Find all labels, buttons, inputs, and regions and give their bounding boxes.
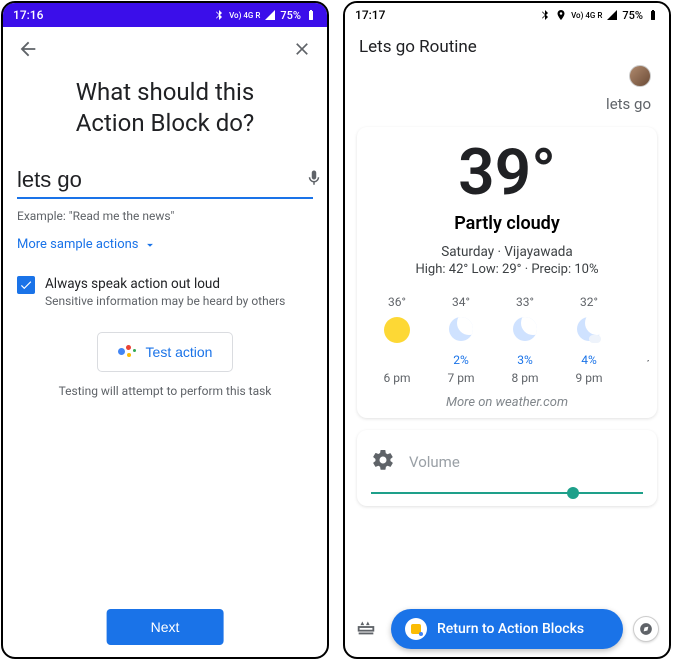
gear-icon <box>371 448 395 476</box>
hourly-time: 10 <box>621 357 649 371</box>
moon-cloud-icon <box>577 317 601 341</box>
tray-icon[interactable] <box>355 616 381 642</box>
hourly-item: 36° 6 pm <box>365 295 429 385</box>
assistant-scroll[interactable]: 39° Partly cloudy Saturday · Vijayawada … <box>345 121 669 518</box>
hourly-item: 10 <box>621 295 649 385</box>
hourly-temp: 32° <box>557 295 621 309</box>
hourly-precip <box>365 353 429 367</box>
check-icon <box>19 278 33 292</box>
close-button[interactable] <box>289 36 315 62</box>
hourly-temp: 36° <box>365 295 429 309</box>
test-action-button[interactable]: Test action <box>97 332 234 372</box>
status-battery-pct: 75% <box>622 9 643 22</box>
title-line2: Action Block do? <box>76 109 255 137</box>
assistant-icon <box>118 343 136 361</box>
high-low: High: 42° Low: 29° · Precip: 10% <box>365 262 649 277</box>
bluetooth-icon <box>213 9 225 21</box>
status-time: 17:17 <box>355 8 385 22</box>
sample-link-text: More sample actions <box>17 237 139 252</box>
explore-button[interactable] <box>633 616 659 642</box>
example-text: Example: "Read me the news" <box>17 209 313 223</box>
test-action-sub: Testing will attempt to perform this tas… <box>3 384 327 398</box>
action-blocks-icon <box>405 618 427 640</box>
temperature: 39° <box>365 141 649 205</box>
return-label: Return to Action Blocks <box>437 621 584 637</box>
routine-title: Lets go Routine <box>345 27 669 61</box>
hourly-item: 34° 2% 7 pm <box>429 295 493 385</box>
back-button[interactable] <box>15 36 41 62</box>
phone-left: 17:16 Vo) 4G R 75% What should this Acti… <box>1 1 329 659</box>
hourly-time: 8 pm <box>493 371 557 385</box>
condition: Partly cloudy <box>365 213 649 234</box>
location-icon <box>555 9 567 21</box>
hourly-precip <box>621 339 649 353</box>
checkbox-label: Always speak action out loud <box>45 276 285 292</box>
speak-aloud-checkbox[interactable] <box>17 276 35 294</box>
hourly-precip: 3% <box>493 353 557 367</box>
title-line1: What should this <box>76 78 255 106</box>
moon-icon <box>449 317 473 341</box>
speak-aloud-row: Always speak action out loud Sensitive i… <box>17 276 313 308</box>
status-right: Vo) 4G R 75% <box>213 9 317 22</box>
status-net: Vo) 4G R <box>229 11 260 20</box>
volume-slider[interactable] <box>371 492 643 494</box>
bottom-row: Return to Action Blocks <box>345 609 669 649</box>
signal-icon <box>606 9 618 21</box>
compass-icon <box>639 622 653 636</box>
moon-icon <box>513 317 537 341</box>
hourly-time: 9 pm <box>557 371 621 385</box>
hourly-time: 7 pm <box>429 371 493 385</box>
arrow-left-icon <box>17 38 39 60</box>
more-sample-actions-link[interactable]: More sample actions <box>17 237 313 252</box>
hourly-time: 6 pm <box>365 371 429 385</box>
mic-icon <box>305 169 323 187</box>
return-to-action-blocks-button[interactable]: Return to Action Blocks <box>391 609 623 649</box>
action-input[interactable] <box>17 167 305 193</box>
volume-card[interactable]: Volume <box>357 430 657 506</box>
test-action-label: Test action <box>146 344 213 360</box>
close-icon <box>292 39 312 59</box>
next-button[interactable]: Next <box>107 609 224 645</box>
volume-slider-thumb[interactable] <box>567 487 579 499</box>
status-net: Vo) 4G R <box>571 11 602 20</box>
chevron-down-icon <box>143 238 157 252</box>
more-weather-link[interactable]: More on weather.com <box>365 395 649 410</box>
checkbox-sublabel: Sensitive information may be heard by ot… <box>45 294 285 308</box>
next-label: Next <box>151 619 180 635</box>
user-said: lets go <box>345 87 669 121</box>
action-input-wrap <box>17 161 313 199</box>
hourly-precip: 4% <box>557 353 621 367</box>
status-bar: 17:17 Vo) 4G R 75% <box>345 3 669 27</box>
bluetooth-icon <box>539 9 551 21</box>
hourly-precip: 2% <box>429 353 493 367</box>
user-avatar[interactable] <box>629 65 651 87</box>
hourly-item: 32° 4% 9 pm <box>557 295 621 385</box>
page-title: What should this Action Block do? <box>3 71 327 161</box>
weather-card[interactable]: 39° Partly cloudy Saturday · Vijayawada … <box>357 127 657 418</box>
status-time: 17:16 <box>13 8 43 22</box>
topbar <box>3 27 327 71</box>
battery-icon <box>305 9 317 21</box>
mic-button[interactable] <box>305 169 323 191</box>
hourly-item: 33° 3% 8 pm <box>493 295 557 385</box>
hourly-temp: 34° <box>429 295 493 309</box>
status-battery-pct: 75% <box>280 9 301 22</box>
phone-right: 17:17 Vo) 4G R 75% Lets go Routine lets … <box>343 1 671 659</box>
sun-icon <box>384 317 410 343</box>
status-right: Vo) 4G R 75% <box>539 9 659 22</box>
volume-label: Volume <box>409 453 460 471</box>
status-bar: 17:16 Vo) 4G R 75% <box>3 3 327 27</box>
battery-icon <box>647 9 659 21</box>
hourly-temp: 33° <box>493 295 557 309</box>
signal-icon <box>264 9 276 21</box>
hourly-forecast[interactable]: 36° 6 pm 34° 2% 7 pm 33° 3% 8 pm <box>365 295 649 385</box>
day-location: Saturday · Vijayawada <box>365 244 649 260</box>
avatar-row <box>345 61 669 87</box>
